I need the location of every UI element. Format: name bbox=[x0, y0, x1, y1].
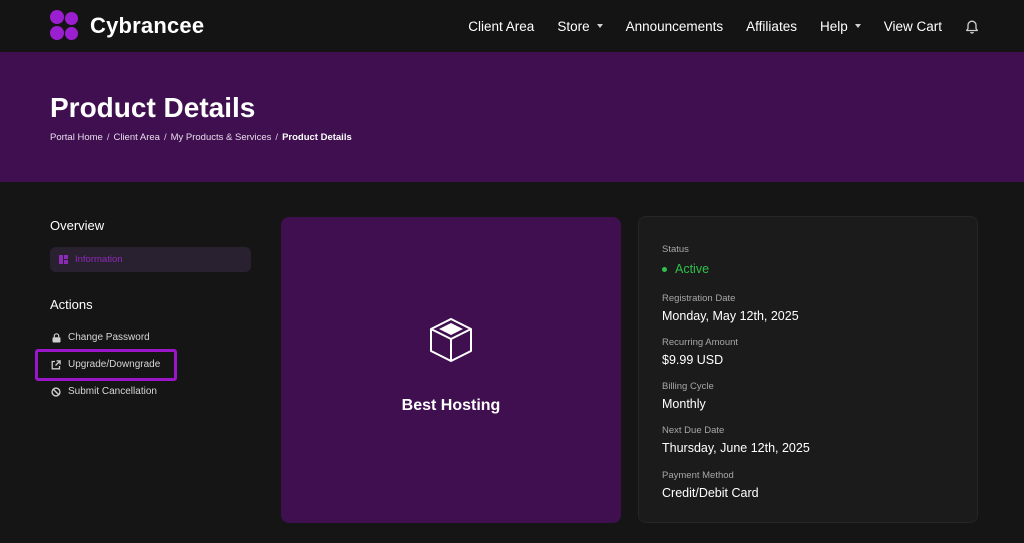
ban-icon bbox=[51, 386, 61, 397]
nav-affiliates[interactable]: Affiliates bbox=[746, 19, 797, 34]
sidebar-item-submit-cancellation[interactable]: Submit Cancellation bbox=[51, 386, 157, 397]
breadcrumb-separator: / bbox=[275, 132, 279, 143]
nav-label: Client Area bbox=[468, 18, 535, 34]
payment-method-value: Credit/Debit Card bbox=[662, 486, 759, 500]
bell-icon[interactable] bbox=[964, 18, 980, 34]
sidebar-item-label: Submit Cancellation bbox=[68, 386, 157, 397]
recurring-amount-label: Recurring Amount bbox=[662, 337, 739, 348]
logo-icon bbox=[50, 10, 80, 42]
billing-cycle-value: Monthly bbox=[662, 397, 706, 411]
page-header: Product Details Portal Home / Client Are… bbox=[0, 52, 1024, 182]
nav-label: Store bbox=[557, 18, 590, 34]
registration-date-label: Registration Date bbox=[662, 293, 736, 304]
chevron-down-icon bbox=[596, 24, 603, 28]
nav-announcements[interactable]: Announcements bbox=[626, 19, 724, 34]
breadcrumb: Portal Home / Client Area / My Products … bbox=[50, 132, 352, 143]
page-title: Product Details bbox=[50, 92, 256, 123]
status-label: Status bbox=[662, 244, 689, 255]
sidebar-item-label: Change Password bbox=[68, 332, 150, 343]
next-due-date-label: Next Due Date bbox=[662, 425, 725, 436]
lock-icon bbox=[51, 332, 61, 343]
breadcrumb-client-area[interactable]: Client Area bbox=[113, 132, 159, 143]
overview-heading: Overview bbox=[50, 218, 105, 233]
breadcrumb-separator: / bbox=[106, 132, 110, 143]
breadcrumb-separator: / bbox=[163, 132, 167, 143]
nav-label: Affiliates bbox=[746, 18, 797, 34]
recurring-amount-value: $9.99 USD bbox=[662, 353, 724, 367]
sidebar-item-information[interactable]: Information bbox=[50, 247, 251, 272]
nav-view-cart[interactable]: View Cart bbox=[884, 19, 942, 34]
product-card: Best Hosting bbox=[281, 217, 621, 523]
breadcrumb-portal-home[interactable]: Portal Home bbox=[50, 132, 103, 143]
brand-name: Cybrancee bbox=[90, 13, 205, 38]
next-due-date-value: Thursday, June 12th, 2025 bbox=[662, 441, 810, 455]
status-dot-icon bbox=[662, 266, 667, 272]
nav-label: View Cart bbox=[883, 18, 942, 34]
registration-date-value: Monday, May 12th, 2025 bbox=[662, 309, 799, 323]
nav-store[interactable]: Store bbox=[557, 18, 603, 34]
dashboard-icon bbox=[59, 255, 68, 264]
billing-cycle-label: Billing Cycle bbox=[662, 381, 714, 392]
nav-help[interactable]: Help bbox=[820, 19, 861, 34]
product-name: Best Hosting bbox=[401, 397, 501, 414]
sidebar-item-change-password[interactable]: Change Password bbox=[51, 332, 150, 343]
service-details-card: Status Active Registration Date Monday, … bbox=[638, 216, 978, 523]
breadcrumb-current: Product Details bbox=[282, 132, 352, 143]
nav-client-area[interactable]: Client Area bbox=[468, 19, 534, 34]
cube-icon bbox=[430, 318, 472, 362]
brand-logo[interactable]: Cybrancee bbox=[50, 10, 204, 42]
highlight-box bbox=[35, 349, 177, 381]
actions-heading: Actions bbox=[50, 297, 93, 312]
sidebar-item-label: Information bbox=[75, 254, 123, 265]
payment-method-label: Payment Method bbox=[662, 470, 734, 481]
nav-links: Client Area Store Announcements Affiliat… bbox=[445, 0, 980, 52]
breadcrumb-my-products[interactable]: My Products & Services bbox=[171, 132, 272, 143]
nav-label: Announcements bbox=[625, 18, 724, 34]
status-badge: Active bbox=[662, 262, 709, 276]
chevron-down-icon bbox=[854, 24, 861, 28]
status-value: Active bbox=[675, 262, 710, 276]
nav-label: Help bbox=[819, 18, 848, 34]
top-navbar: Cybrancee Client Area Store Announcement… bbox=[0, 0, 1024, 52]
